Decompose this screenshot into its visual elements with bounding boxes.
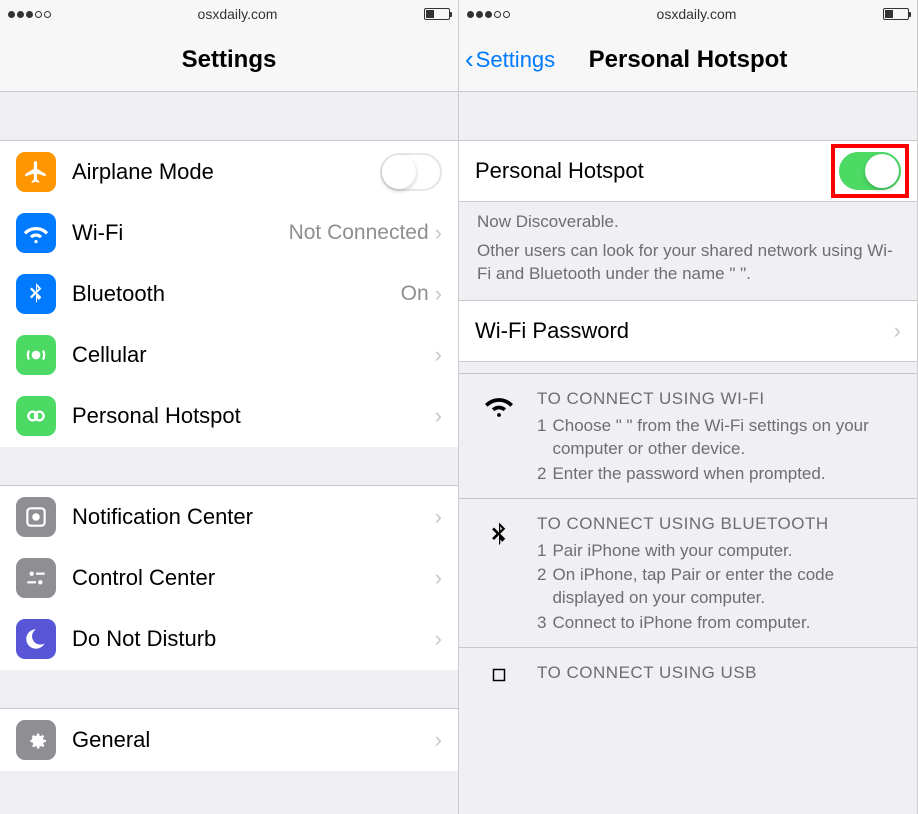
nav-bar: ‹ Settings Personal Hotspot — [459, 28, 917, 92]
row-label: Control Center — [72, 565, 435, 591]
instruction-title: TO CONNECT USING BLUETOOTH — [537, 513, 899, 536]
status-bar: osxdaily.com — [0, 0, 458, 28]
gear-icon — [16, 720, 56, 760]
hotspot-icon — [16, 396, 56, 436]
discoverable-line1: Now Discoverable. — [477, 211, 899, 234]
nav-title: Personal Hotspot — [589, 46, 788, 74]
instruction-usb: TO CONNECT USING USB — [459, 647, 917, 699]
chevron-right-icon: › — [435, 504, 442, 530]
row-airplane-mode[interactable]: Airplane Mode — [0, 141, 458, 203]
chevron-right-icon: › — [435, 565, 442, 591]
instruction-step: Enter the password when prompted. — [552, 463, 825, 486]
instruction-step: Choose " " from the Wi-Fi settings on yo… — [552, 415, 899, 461]
row-bluetooth[interactable]: Bluetooth On › — [0, 263, 458, 325]
discoverable-line2: Other users can look for your shared net… — [477, 240, 899, 286]
row-label: General — [72, 727, 435, 753]
signal-dots — [467, 11, 510, 18]
settings-content: Airplane Mode Wi-Fi Not Connected › Blue… — [0, 92, 458, 814]
row-control-center[interactable]: Control Center › — [0, 547, 458, 609]
chevron-right-icon: › — [435, 342, 442, 368]
status-domain: osxdaily.com — [198, 6, 278, 22]
instruction-step: On iPhone, tap Pair or enter the code di… — [552, 564, 899, 610]
row-personal-hotspot[interactable]: Personal Hotspot › — [0, 385, 458, 447]
row-notification-center[interactable]: Notification Center › — [0, 486, 458, 548]
row-wifi-password[interactable]: Wi-Fi Password › — [459, 300, 917, 362]
usb-icon — [477, 662, 521, 689]
cellular-icon — [16, 335, 56, 375]
back-label: Settings — [476, 47, 556, 73]
row-label: Airplane Mode — [72, 159, 380, 185]
status-domain: osxdaily.com — [657, 6, 737, 22]
instruction-bluetooth: TO CONNECT USING BLUETOOTH 1Pair iPhone … — [459, 498, 917, 648]
wifi-icon — [477, 388, 521, 488]
battery-icon — [424, 8, 450, 20]
back-button[interactable]: ‹ Settings — [465, 44, 555, 75]
row-label: Wi-Fi — [72, 220, 289, 246]
chevron-left-icon: ‹ — [465, 44, 474, 75]
discoverable-text: Now Discoverable. Other users can look f… — [459, 201, 917, 300]
row-label: Notification Center — [72, 504, 435, 530]
phone-settings-list: osxdaily.com Settings Airplane Mode Wi-F… — [0, 0, 459, 814]
airplane-toggle[interactable] — [380, 153, 442, 191]
hotspot-content: Personal Hotspot Now Discoverable. Other… — [459, 92, 917, 814]
instruction-wifi: TO CONNECT USING WI-FI 1Choose " " from … — [459, 373, 917, 498]
battery-icon — [883, 8, 909, 20]
row-value: On — [401, 282, 429, 306]
row-label: Wi-Fi Password — [475, 318, 894, 344]
row-value: Not Connected — [289, 221, 429, 245]
chevron-right-icon: › — [435, 403, 442, 429]
bluetooth-icon — [477, 513, 521, 638]
chevron-right-icon: › — [435, 281, 442, 307]
control-center-icon — [16, 558, 56, 598]
notification-icon — [16, 497, 56, 537]
chevron-right-icon: › — [435, 727, 442, 753]
row-label: Do Not Disturb — [72, 626, 435, 652]
signal-dots — [8, 11, 51, 18]
airplane-icon — [16, 152, 56, 192]
chevron-right-icon: › — [435, 220, 442, 246]
nav-title: Settings — [182, 46, 277, 74]
chevron-right-icon: › — [435, 626, 442, 652]
instruction-step: Connect to iPhone from computer. — [552, 612, 810, 635]
instruction-title: TO CONNECT USING WI-FI — [537, 388, 899, 411]
row-label: Bluetooth — [72, 281, 401, 307]
row-wifi[interactable]: Wi-Fi Not Connected › — [0, 202, 458, 264]
row-general[interactable]: General › — [0, 709, 458, 771]
row-do-not-disturb[interactable]: Do Not Disturb › — [0, 608, 458, 670]
wifi-icon — [16, 213, 56, 253]
instruction-step: Pair iPhone with your computer. — [552, 540, 792, 563]
instruction-title: TO CONNECT USING USB — [537, 662, 899, 685]
chevron-right-icon: › — [894, 318, 901, 344]
phone-personal-hotspot: osxdaily.com ‹ Settings Personal Hotspot… — [459, 0, 918, 814]
nav-bar: Settings — [0, 28, 458, 92]
bluetooth-icon — [16, 274, 56, 314]
row-label: Personal Hotspot — [72, 403, 435, 429]
hotspot-toggle[interactable] — [839, 152, 901, 190]
row-hotspot-toggle[interactable]: Personal Hotspot — [459, 140, 917, 202]
row-cellular[interactable]: Cellular › — [0, 324, 458, 386]
row-label: Cellular — [72, 342, 435, 368]
moon-icon — [16, 619, 56, 659]
status-bar: osxdaily.com — [459, 0, 917, 28]
